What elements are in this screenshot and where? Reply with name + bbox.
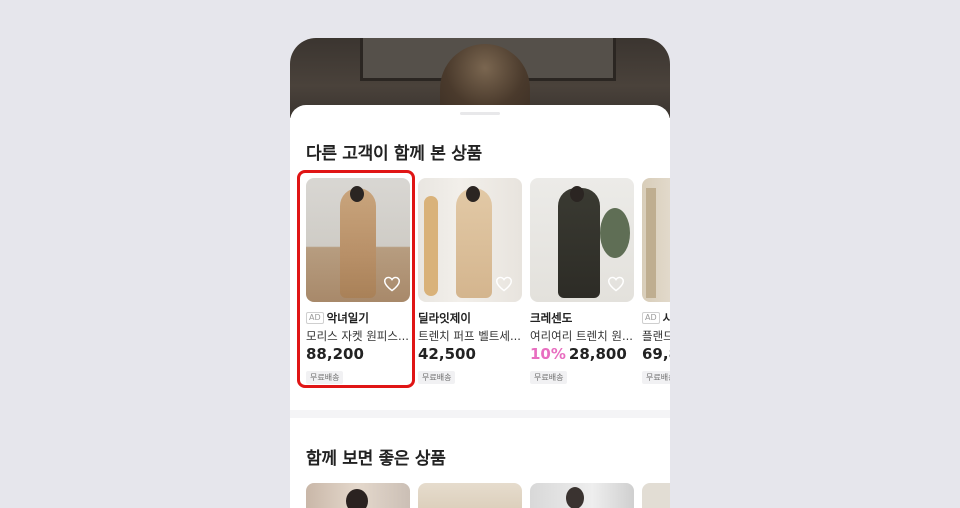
store-name: 시 — [662, 311, 670, 325]
section-title-recommended: 함께 보면 좋은 상품 — [306, 449, 446, 469]
product-image[interactable] — [418, 483, 522, 508]
free-shipping-tag: 무료배송 — [418, 371, 456, 384]
section-divider — [290, 410, 670, 418]
product-image[interactable] — [642, 483, 670, 508]
free-shipping-tag: 무료배송 — [306, 371, 344, 384]
bottom-sheet: 다른 고객이 함께 본 상품 AD 악녀일기 모리스 자켓 원피스... 88,… — [290, 105, 670, 508]
product-name: 여리여리 트렌치 원... — [530, 329, 633, 343]
product-price: 28,800 — [568, 345, 627, 363]
store-name: 크레센도 — [530, 311, 573, 325]
product-image[interactable] — [530, 178, 634, 302]
product-card[interactable]: 크레센도 여리여리 트렌치 원... 10% 28,800 무료배송 — [530, 178, 634, 384]
product-row-viewed-together: AD 악녀일기 모리스 자켓 원피스... 88,200 무료배송 딜라잇제이 … — [290, 178, 670, 398]
product-card[interactable] — [530, 483, 634, 508]
product-image[interactable] — [306, 178, 410, 302]
product-image[interactable] — [642, 178, 670, 302]
heart-icon[interactable] — [382, 274, 402, 294]
discount-rate: 10% — [530, 345, 566, 363]
product-image[interactable] — [530, 483, 634, 508]
product-card[interactable]: AD 악녀일기 모리스 자켓 원피스... 88,200 무료배송 — [306, 178, 410, 384]
product-price: 88,200 — [306, 345, 364, 363]
heart-icon[interactable] — [494, 274, 514, 294]
phone-frame: 다른 고객이 함께 본 상품 AD 악녀일기 모리스 자켓 원피스... 88,… — [290, 38, 670, 508]
product-row-recommended — [290, 483, 670, 508]
product-card[interactable] — [306, 483, 410, 508]
product-name: 모리스 자켓 원피스... — [306, 329, 409, 343]
heart-icon[interactable] — [606, 274, 626, 294]
product-card[interactable]: AD 시 플랜드 69,8 무료배송 — [642, 178, 670, 384]
product-image[interactable] — [418, 178, 522, 302]
store-name: 악녀일기 — [326, 311, 369, 325]
ad-badge: AD — [306, 312, 324, 324]
ad-badge: AD — [642, 312, 660, 324]
product-price: 42,500 — [418, 345, 476, 363]
store-name: 딜라잇제이 — [418, 311, 471, 325]
product-card[interactable]: 딜라잇제이 트렌치 퍼프 벨트세... 42,500 무료배송 — [418, 178, 522, 384]
product-name: 플랜드 — [642, 329, 670, 343]
sheet-handle[interactable] — [460, 112, 500, 115]
product-card[interactable] — [418, 483, 522, 508]
section-title-viewed-together: 다른 고객이 함께 본 상품 — [306, 144, 482, 164]
product-image[interactable] — [306, 483, 410, 508]
product-card[interactable] — [642, 483, 670, 508]
product-name: 트렌치 퍼프 벨트세... — [418, 329, 521, 343]
free-shipping-tag: 무료배송 — [530, 371, 568, 384]
product-price: 69,8 — [642, 345, 670, 363]
free-shipping-tag: 무료배송 — [642, 371, 670, 384]
